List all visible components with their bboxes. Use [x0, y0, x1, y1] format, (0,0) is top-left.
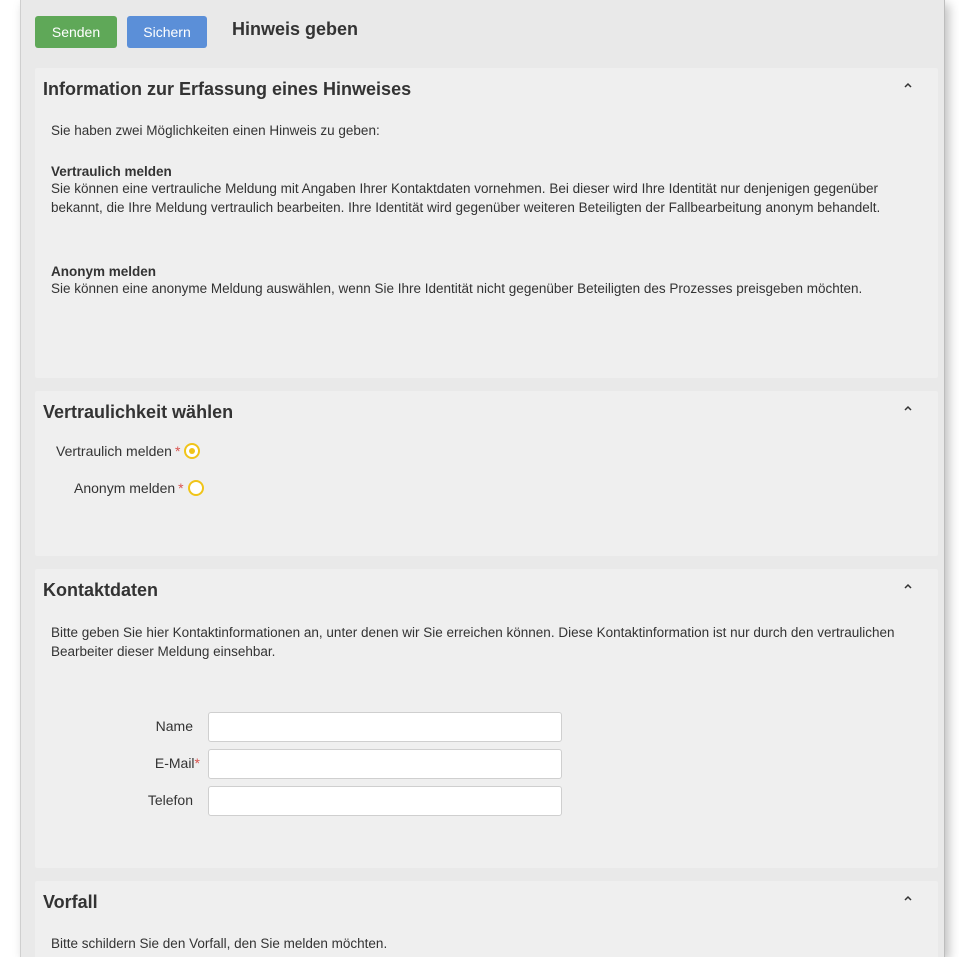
page-title: Hinweis geben — [232, 19, 359, 39]
field-label-name: Name — [113, 718, 193, 734]
toolbar: Senden Sichern Hinweis geben — [21, 0, 944, 66]
form-window: Senden Sichern Hinweis geben Information… — [20, 0, 945, 957]
anonymous-text: Sie können eine anonyme Meldung auswähle… — [51, 281, 863, 296]
chevron-up-icon[interactable] — [904, 583, 912, 591]
required-marker: * — [174, 443, 181, 459]
label-text: Name — [155, 718, 193, 734]
send-button[interactable]: Senden — [35, 16, 117, 48]
radio-label: Anonym melden — [74, 480, 176, 496]
radio-label: Vertraulich melden — [56, 443, 172, 459]
incident-panel-title: Vorfall — [43, 892, 98, 912]
info-panel: Information zur Erfassung eines Hinweise… — [35, 68, 938, 378]
chevron-up-icon[interactable] — [904, 405, 912, 413]
label-text: E-Mail — [154, 755, 195, 771]
info-panel-title: Information zur Erfassung eines Hinweise… — [43, 79, 412, 99]
chevron-up-icon[interactable] — [904, 895, 912, 903]
required-marker: * — [178, 480, 184, 496]
save-button[interactable]: Sichern — [127, 16, 207, 48]
name-field[interactable] — [208, 712, 562, 742]
label-text: Telefon — [147, 792, 193, 808]
info-intro: Sie haben zwei Möglichkeiten einen Hinwe… — [51, 123, 380, 138]
radio-option-anonymous[interactable]: Anonym melden * — [74, 480, 204, 496]
radio-button-confidential[interactable] — [184, 443, 201, 459]
confidentiality-panel-title: Vertraulichkeit wählen — [43, 402, 234, 422]
incident-panel: Vorfall Bitte schildern Sie den Vorfall,… — [35, 881, 938, 957]
contact-panel: Kontaktdaten Bitte geben Sie hier Kontak… — [35, 569, 938, 868]
contact-description: Bitte geben Sie hier Kontaktinformatione… — [51, 625, 895, 659]
radio-option-confidential[interactable]: Vertraulich melden * — [56, 443, 201, 459]
phone-field[interactable] — [208, 786, 562, 816]
email-field[interactable] — [208, 749, 562, 779]
radio-button-anonymous[interactable] — [187, 480, 204, 496]
incident-description: Bitte schildern Sie den Vorfall, den Sie… — [51, 936, 388, 951]
confidentiality-panel: Vertraulichkeit wählen Vertraulich melde… — [35, 391, 938, 556]
contact-panel-title: Kontaktdaten — [43, 580, 159, 600]
field-label-email: E-Mail* — [120, 755, 200, 771]
field-label-phone: Telefon — [113, 792, 193, 808]
chevron-up-icon[interactable] — [904, 82, 912, 90]
confidential-text: Sie können eine vertrauliche Meldung mit… — [51, 181, 881, 215]
required-marker: * — [194, 755, 200, 771]
